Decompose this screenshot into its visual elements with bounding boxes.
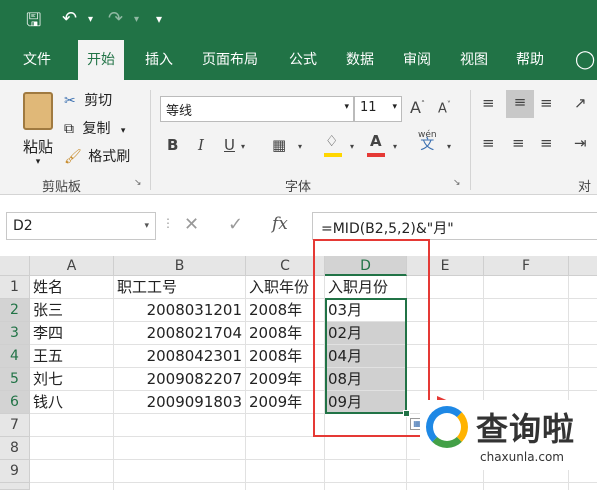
fill-color-icon[interactable]: ♢ bbox=[325, 132, 338, 150]
align-middle-icon[interactable]: ≡ bbox=[506, 90, 534, 118]
row-header-1[interactable]: 1 bbox=[0, 276, 30, 299]
border-icon[interactable]: ▦ bbox=[272, 136, 286, 154]
lightbulb-icon[interactable]: ◯ bbox=[575, 49, 595, 70]
tab-file[interactable]: 文件 bbox=[14, 40, 60, 80]
cell-b5[interactable]: 2009082207 bbox=[114, 368, 246, 391]
cell-b4[interactable]: 2008042301 bbox=[114, 345, 246, 368]
dialog-launcher-icon[interactable]: ↘ bbox=[134, 178, 142, 188]
customize-icon[interactable]: ▾ bbox=[156, 12, 162, 26]
font-color-icon[interactable]: A bbox=[370, 132, 382, 150]
cell-a4[interactable]: 王五 bbox=[30, 345, 114, 368]
font-group-label: 字体 bbox=[285, 180, 312, 195]
enter-icon[interactable]: ✓ bbox=[228, 214, 243, 235]
align-bottom-icon[interactable]: ≡ bbox=[540, 94, 553, 112]
cell-a2[interactable]: 张三 bbox=[30, 299, 114, 322]
cell-b1[interactable]: 职工工号 bbox=[114, 276, 246, 299]
underline-icon[interactable]: U bbox=[224, 136, 235, 154]
cell-b3[interactable]: 2008021704 bbox=[114, 322, 246, 345]
highlight-frame bbox=[313, 239, 430, 437]
column-header-b[interactable]: B bbox=[114, 256, 246, 276]
row-header-8[interactable]: 8 bbox=[0, 437, 30, 460]
redo-dropdown-icon[interactable]: ▾ bbox=[134, 14, 139, 25]
clipboard-group-label: 剪贴板 bbox=[42, 180, 82, 195]
tab-view[interactable]: 视图 bbox=[451, 40, 497, 80]
row-header-5[interactable]: 5 bbox=[0, 368, 30, 391]
watermark-url: chaxunla.com bbox=[480, 450, 564, 464]
scissors-icon: ✂ bbox=[64, 93, 76, 109]
cell-a6[interactable]: 钱八 bbox=[30, 391, 114, 414]
tab-help[interactable]: 帮助 bbox=[507, 40, 553, 80]
chevron-down-icon[interactable]: ▾ bbox=[393, 142, 397, 151]
row-header-3[interactable]: 3 bbox=[0, 322, 30, 345]
chevron-down-icon[interactable]: ▾ bbox=[350, 142, 354, 151]
chevron-down-icon: ▾ bbox=[144, 221, 149, 231]
dialog-launcher-icon[interactable]: ↘ bbox=[453, 178, 461, 188]
formula-input[interactable]: =MID(B2,5,2)&"月" bbox=[312, 212, 597, 240]
row-header-4[interactable]: 4 bbox=[0, 345, 30, 368]
chevron-down-icon[interactable]: ▾ bbox=[298, 142, 302, 151]
undo-icon[interactable]: ↶ bbox=[62, 8, 77, 29]
tab-insert[interactable]: 插入 bbox=[136, 40, 182, 80]
column-header-f[interactable]: F bbox=[484, 256, 569, 276]
orientation-icon[interactable]: ↗ bbox=[574, 94, 587, 112]
italic-icon[interactable]: I bbox=[198, 136, 204, 154]
align-right-icon[interactable]: ≡ bbox=[540, 134, 553, 152]
copy-icon: ⧉ bbox=[64, 121, 74, 137]
indent-icon[interactable]: ⇥ bbox=[574, 134, 587, 152]
tab-page-layout[interactable]: 页面布局 bbox=[193, 40, 267, 80]
select-all-corner[interactable] bbox=[0, 256, 30, 276]
redo-icon[interactable]: ↷ bbox=[108, 8, 123, 29]
watermark-logo: 查询啦 chaxunla.com bbox=[420, 400, 597, 470]
name-box[interactable]: D2 ▾ bbox=[6, 212, 156, 240]
font-name-combo[interactable]: 等线 ▾ bbox=[160, 96, 354, 122]
brush-icon: 🖌 bbox=[64, 149, 82, 165]
watermark-title: 查询啦 bbox=[476, 410, 576, 448]
tab-home[interactable]: 开始 bbox=[78, 40, 124, 80]
cut-button[interactable]: ✂ 剪切 bbox=[64, 90, 112, 110]
cell-b2[interactable]: 2008031201 bbox=[114, 299, 246, 322]
chevron-down-icon[interactable]: ▾ bbox=[241, 142, 245, 151]
cell-a3[interactable]: 李四 bbox=[30, 322, 114, 345]
column-header-a[interactable]: A bbox=[30, 256, 114, 276]
tab-formulas[interactable]: 公式 bbox=[280, 40, 326, 80]
insert-function-icon[interactable]: fx bbox=[272, 214, 288, 234]
quick-access-toolbar: 🖫 ↶ ▾ ↷ ▾ ▾ bbox=[0, 0, 597, 40]
chevron-down-icon[interactable]: ▾ bbox=[447, 142, 451, 151]
font-color-bar bbox=[367, 153, 385, 157]
increase-font-icon[interactable]: A˄ bbox=[410, 98, 425, 117]
align-center-icon[interactable]: ≡ bbox=[512, 134, 525, 152]
align-left-icon[interactable]: ≡ bbox=[482, 134, 495, 152]
tab-review[interactable]: 审阅 bbox=[394, 40, 440, 80]
decrease-font-icon[interactable]: A˅ bbox=[438, 100, 451, 116]
row-header-7[interactable]: 7 bbox=[0, 414, 30, 437]
cell-a1[interactable]: 姓名 bbox=[30, 276, 114, 299]
formula-bar: D2 ▾ ⋮ ✕ ✓ fx =MID(B2,5,2)&"月" bbox=[0, 196, 597, 256]
paste-button[interactable]: 粘贴 ▾ bbox=[18, 88, 58, 168]
save-icon[interactable]: 🖫 bbox=[26, 8, 41, 38]
chevron-down-icon: ▾ bbox=[392, 102, 397, 112]
row-header-6[interactable]: 6 bbox=[0, 391, 30, 414]
fill-color-bar bbox=[324, 153, 342, 157]
magnifier-icon bbox=[426, 406, 468, 448]
clipboard-icon bbox=[23, 92, 53, 130]
tab-data[interactable]: 数据 bbox=[337, 40, 383, 80]
align-top-icon[interactable]: ≡ bbox=[482, 94, 495, 112]
cancel-icon[interactable]: ✕ bbox=[184, 214, 199, 235]
cell-a5[interactable]: 刘七 bbox=[30, 368, 114, 391]
chevron-down-icon: ▾ bbox=[344, 102, 349, 112]
format-painter-button[interactable]: 🖌 格式刷 bbox=[64, 146, 130, 166]
cell-b6[interactable]: 2009091803 bbox=[114, 391, 246, 414]
font-size-combo[interactable]: 11 ▾ bbox=[354, 96, 402, 122]
row-header-9[interactable]: 9 bbox=[0, 460, 30, 483]
row-header-2[interactable]: 2 bbox=[0, 299, 30, 322]
more-icon: ⋮ bbox=[162, 216, 174, 230]
ribbon: 粘贴 ▾ ✂ 剪切 ⧉ 复制 ▾ 🖌 格式刷 剪贴板 ↘ 等线 ▾ 11 ▾ A… bbox=[0, 80, 597, 214]
undo-dropdown-icon[interactable]: ▾ bbox=[88, 14, 93, 25]
bold-icon[interactable]: B bbox=[167, 136, 178, 154]
paste-label: 粘贴 bbox=[22, 138, 53, 156]
copy-button[interactable]: ⧉ 复制 ▾ bbox=[64, 118, 125, 138]
phonetic-icon[interactable]: wén 文 bbox=[418, 130, 437, 152]
ribbon-tabs: 文件 开始 插入 页面布局 公式 数据 审阅 视图 帮助 ◯ bbox=[0, 40, 597, 80]
